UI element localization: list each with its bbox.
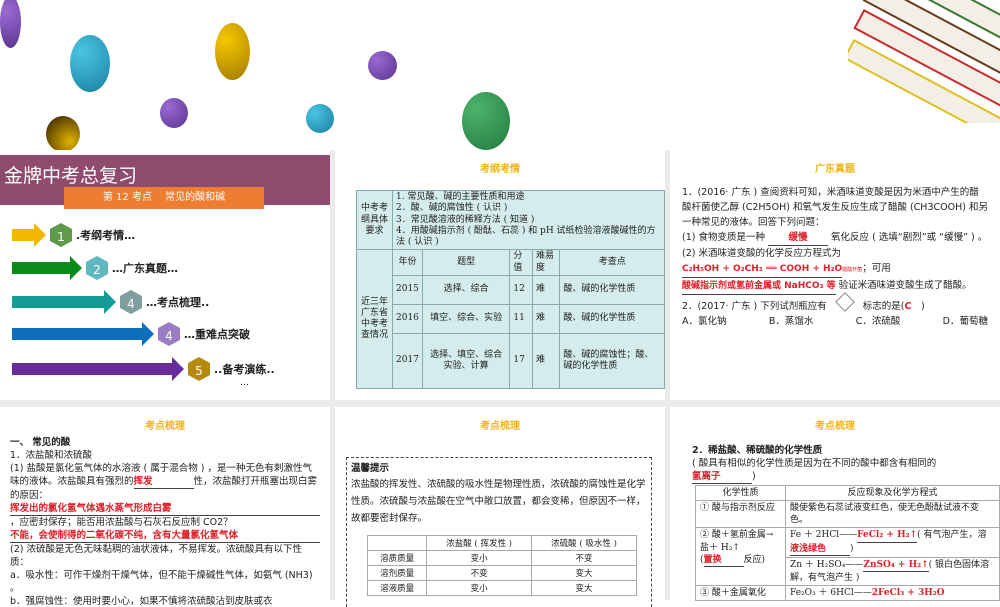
slide-heading: 广东真题 — [815, 164, 855, 175]
comparison-table: 浓盐酸 ( 挥发性 ) 浓硫酸 ( 吸水性 ) 溶质质量 变小 不变 溶剂质量 不变 变大… — [366, 535, 637, 596]
slide-heading: 考点梳理 — [815, 421, 855, 432]
outline-table: 中考考纲具体要求 1. 常见酸、碱的主要性质和用途 2．酸、碱的腐蚀性 ( 认识 … — [356, 189, 665, 389]
menu-item-1[interactable]: 1 .考纲考情… — [12, 221, 135, 249]
cyan-ball — [306, 104, 334, 133]
slide-guangdong-questions[interactable]: 广东真题 1．(2016· 广东 ) 查阅资料可知，米酒味道变酸是因为米酒中产生… — [670, 150, 1000, 400]
slide-grid: 金牌中考总复习 第 12 考点 常见的酸和碱 1 .考纲考情… 2 …广东真题… 4… — [0, 150, 1000, 607]
cube-icon: 4 — [120, 290, 142, 314]
books-image — [848, 0, 1000, 123]
menu-item-5[interactable]: 5 ..备考演练.. — [12, 355, 275, 383]
slide-heading: 考纲考情 — [480, 164, 520, 175]
slide-key-points-acids[interactable]: 考点梳理 一、 常见的酸 1．浓盐酸和浓硫酸 (1) 盐酸是氯化氢气体的水溶液 … — [0, 407, 330, 607]
slide-heading: 考点梳理 — [145, 421, 185, 432]
hazard-icon — [834, 292, 855, 312]
purple-ball — [160, 98, 188, 128]
purple-ball — [0, 0, 21, 48]
slide-heading: 考点梳理 — [480, 421, 520, 432]
menu-item-2[interactable]: 2 …广东真题… — [12, 254, 178, 282]
cube-icon: 4 — [158, 322, 180, 346]
ribbon-topic: 第 12 考点 常见的酸和碱 — [64, 187, 264, 209]
cyan-ball — [70, 35, 110, 92]
dark-yellow-ball — [46, 116, 80, 152]
menu-item-4[interactable]: 4 …重难点突破 — [12, 320, 250, 348]
yellow-ball — [215, 23, 250, 80]
menu-item-3[interactable]: 4 …考点梳理.. — [12, 288, 209, 316]
slide-cover[interactable]: 金牌中考总复习 第 12 考点 常见的酸和碱 1 .考纲考情… 2 …广东真题… 4… — [0, 150, 330, 400]
green-ball — [462, 92, 510, 150]
cube-icon: 5 — [188, 357, 210, 381]
tip-box: 温馨提示 浓盐酸的挥发性、浓硫酸的吸水性是物理性质，浓硫酸的腐蚀性是化学性质。浓… — [346, 457, 652, 607]
slide-tips[interactable]: 考点梳理 温馨提示 浓盐酸的挥发性、浓硫酸的吸水性是物理性质，浓硫酸的腐蚀性是化… — [335, 407, 665, 607]
slide-exam-outline[interactable]: 考纲考情 中考考纲具体要求 1. 常见酸、碱的主要性质和用途 2．酸、碱的腐蚀性 … — [335, 150, 665, 400]
slide-acid-properties[interactable]: 考点梳理 2．稀盐酸、稀硫酸的化学性质 ( 酸具有相似的化学性质是因为在不同的酸… — [670, 407, 1000, 607]
cube-icon: 2 — [86, 256, 108, 280]
properties-table: 化学性质 反应现象及化学方程式 ① 酸与指示剂反应 酸使紫色石蕊试液变红色，使无色酚… — [695, 484, 1000, 602]
cube-icon: 1 — [50, 223, 72, 247]
purple-ball — [368, 51, 397, 80]
